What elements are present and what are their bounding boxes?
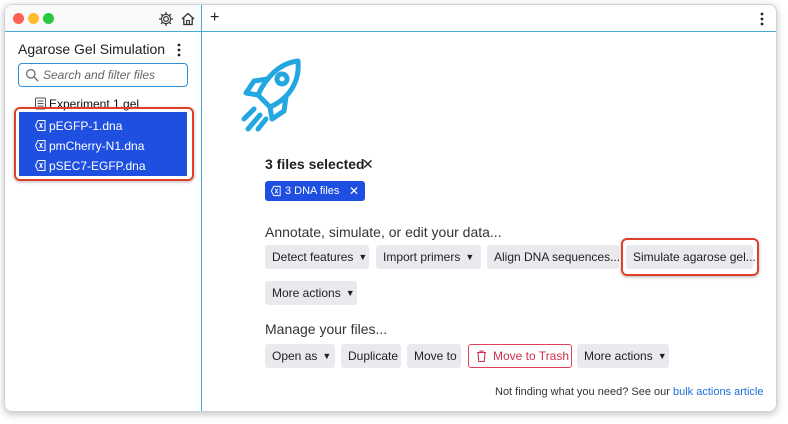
chevron-down-icon: ▼ — [358, 252, 368, 262]
selection-highlight-outline — [14, 107, 194, 181]
help-footer: Not finding what you need? See our bulk … — [495, 386, 763, 398]
move-to-button[interactable]: Move to — [407, 344, 461, 368]
chevron-down-icon: ▼ — [465, 252, 475, 262]
new-tab-button[interactable]: + — [210, 9, 219, 27]
trash-label: Move to Trash — [493, 349, 570, 363]
trash-icon — [477, 350, 486, 362]
sidebar-header: Agarose Gel Simulation — [5, 32, 201, 62]
dna-file-icon — [270, 185, 281, 197]
tag-label: 3 DNA files — [285, 185, 340, 197]
tab-bar: + — [202, 5, 776, 32]
gear-icon[interactable] — [158, 11, 174, 27]
close-window-button[interactable] — [13, 13, 24, 24]
chevron-down-icon: ▼ — [657, 351, 667, 361]
main-panel: + 3 files selected ✕ 3 DNA files ✕ Annot… — [202, 5, 776, 411]
zoom-window-button[interactable] — [43, 13, 54, 24]
selection-tag[interactable]: 3 DNA files ✕ — [265, 181, 365, 201]
detect-features-button[interactable]: Detect features ▼ — [265, 245, 369, 269]
project-title: Agarose Gel Simulation — [18, 41, 166, 57]
more-actions-button[interactable]: More actions ▼ — [265, 281, 357, 305]
align-dna-sequences-button[interactable]: Align DNA sequences... — [487, 245, 620, 269]
duplicate-button[interactable]: Duplicate — [341, 344, 401, 368]
selection-title: 3 files selected — [265, 156, 365, 172]
kebab-menu-icon[interactable] — [756, 11, 768, 27]
move-to-trash-button[interactable]: Move to Trash — [468, 344, 572, 368]
manage-section-label: Manage your files... — [265, 321, 388, 337]
chevron-down-icon: ▼ — [345, 288, 355, 298]
search-input[interactable] — [43, 66, 183, 84]
footer-text: Not finding what you need? See our — [495, 386, 673, 398]
app-window: Agarose Gel Simulation Experiment 1.gel — [4, 4, 777, 412]
rocket-icon — [241, 58, 301, 132]
clear-selection-icon[interactable]: ✕ — [362, 156, 374, 173]
more-actions-button[interactable]: More actions ▼ — [577, 344, 669, 368]
open-as-button[interactable]: Open as ▼ — [265, 344, 335, 368]
bulk-actions-article-link[interactable]: bulk actions article — [673, 386, 764, 398]
search-icon — [26, 69, 39, 82]
home-icon[interactable] — [180, 11, 196, 27]
import-primers-button[interactable]: Import primers ▼ — [376, 245, 481, 269]
chevron-down-icon: ▼ — [322, 351, 332, 361]
kebab-menu-icon[interactable] — [173, 42, 185, 58]
minimize-window-button[interactable] — [28, 13, 39, 24]
search-box[interactable] — [18, 63, 188, 87]
simulate-highlight-outline — [621, 238, 759, 276]
remove-tag-icon[interactable]: ✕ — [349, 184, 359, 198]
sidebar-toolbar — [5, 5, 201, 32]
annotate-section-label: Annotate, simulate, or edit your data... — [265, 224, 502, 240]
sidebar: Agarose Gel Simulation Experiment 1.gel — [5, 5, 202, 411]
